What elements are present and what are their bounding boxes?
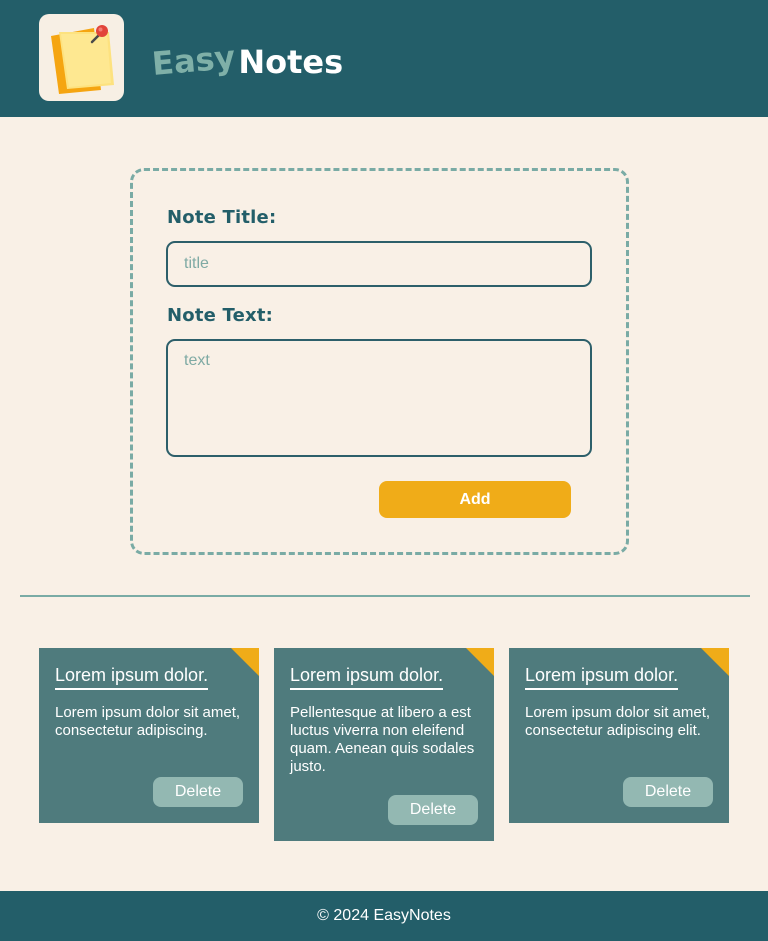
note-text: Lorem ipsum dolor sit amet, consectetur … xyxy=(525,704,711,739)
note-corner-fold xyxy=(231,648,259,676)
footer-copyright: © 2024 EasyNotes xyxy=(317,907,451,924)
note-title-label: Note Title: xyxy=(167,207,277,228)
brand-name: EasyNotes xyxy=(150,38,344,84)
note-title: Lorem ipsum dolor. xyxy=(55,664,209,690)
delete-note-button[interactable]: Delete xyxy=(388,795,478,825)
delete-note-button[interactable]: Delete xyxy=(153,777,243,807)
sticky-note-pin-icon xyxy=(51,25,114,94)
note-text-label: Note Text: xyxy=(167,305,274,326)
app-footer: © 2024 EasyNotes xyxy=(0,891,768,941)
note-title-input[interactable] xyxy=(166,241,592,287)
note-title: Lorem ipsum dolor. xyxy=(290,664,444,690)
delete-note-button[interactable]: Delete xyxy=(623,777,713,807)
note-card: Lorem ipsum dolor. Pellentesque at liber… xyxy=(274,648,494,841)
brand-easy: Easy xyxy=(150,37,237,84)
note-card: Lorem ipsum dolor. Lorem ipsum dolor sit… xyxy=(39,648,259,823)
note-text: Lorem ipsum dolor sit amet, consectetur … xyxy=(55,704,241,739)
brand-notes: Notes xyxy=(238,43,344,81)
note-text-input[interactable] xyxy=(166,339,592,457)
app-logo[interactable] xyxy=(39,14,124,101)
note-text: Pellentesque at libero a est luctus vive… xyxy=(290,704,475,775)
note-title: Lorem ipsum dolor. xyxy=(525,664,679,690)
note-corner-fold xyxy=(466,648,494,676)
note-corner-fold xyxy=(701,648,729,676)
app-header: EasyNotes xyxy=(0,0,768,117)
add-note-button[interactable]: Add xyxy=(379,481,571,518)
section-divider xyxy=(20,595,750,597)
note-card: Lorem ipsum dolor. Lorem ipsum dolor sit… xyxy=(509,648,729,823)
